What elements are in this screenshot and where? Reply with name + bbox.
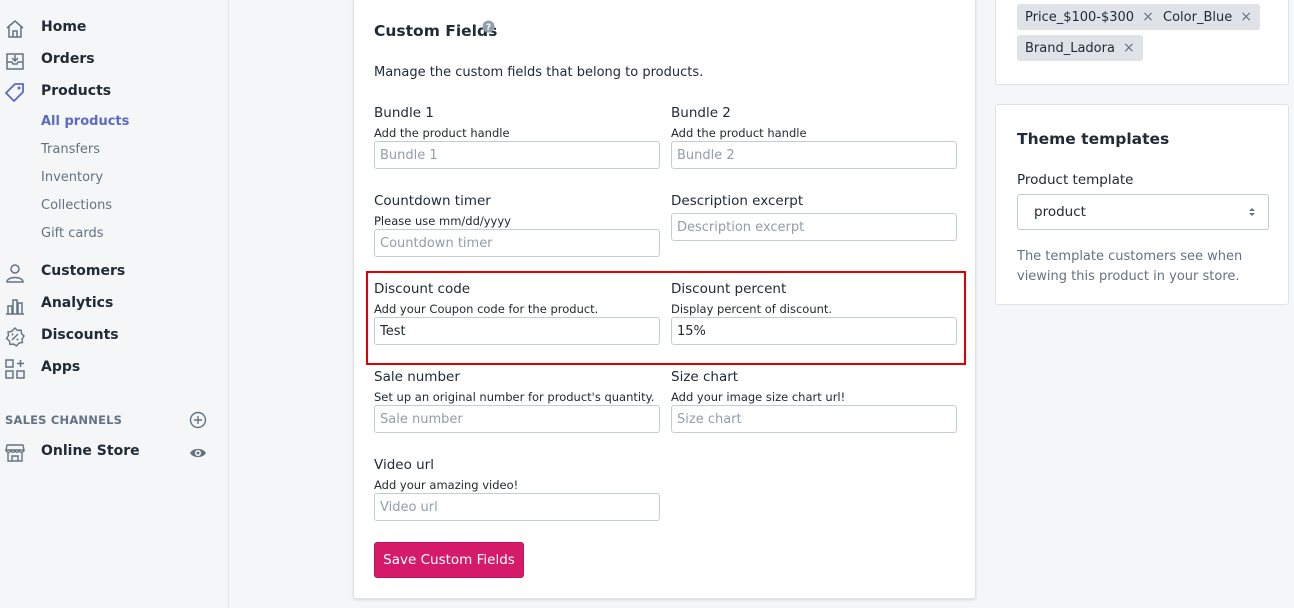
nav-orders[interactable]: Orders bbox=[0, 48, 229, 72]
size-chart-input[interactable] bbox=[671, 405, 957, 433]
field-label: Bundle 2 bbox=[671, 105, 731, 121]
description-excerpt-input[interactable] bbox=[671, 213, 957, 241]
add-circle-icon[interactable] bbox=[189, 411, 207, 429]
nav-discounts[interactable]: Discounts bbox=[0, 324, 229, 348]
product-template-select[interactable]: product bbox=[1017, 194, 1269, 230]
sidebar: Home Orders Products All products Transf… bbox=[0, 0, 229, 608]
nav-apps[interactable]: Apps bbox=[0, 356, 229, 380]
field-label: Video url bbox=[374, 457, 434, 473]
apps-icon bbox=[5, 359, 25, 379]
tags-card: Price_$100-$300 × Color_Blue × Brand_Lador… bbox=[995, 0, 1289, 85]
nav-analytics[interactable]: Analytics bbox=[0, 292, 229, 316]
nav-apps-label: Apps bbox=[41, 359, 81, 375]
nav-products-label: Products bbox=[41, 83, 112, 99]
tag-label: Color_Blue bbox=[1163, 9, 1233, 25]
eye-icon[interactable] bbox=[189, 444, 207, 462]
tag-label: Price_$100-$300 bbox=[1025, 9, 1135, 25]
sale-number-input[interactable] bbox=[374, 405, 660, 433]
field-label: Bundle 1 bbox=[374, 105, 434, 121]
orders-icon bbox=[6, 53, 24, 70]
bundle-2-input[interactable] bbox=[671, 141, 957, 169]
sub-gift-cards[interactable]: Gift cards bbox=[41, 226, 104, 241]
analytics-icon bbox=[6, 299, 24, 315]
person-icon bbox=[6, 264, 24, 283]
remove-tag-icon[interactable]: × bbox=[1142, 9, 1154, 25]
tag-price: Price_$100-$300 × bbox=[1017, 4, 1162, 30]
field-label: Size chart bbox=[671, 369, 739, 385]
remove-tag-icon[interactable]: × bbox=[1240, 9, 1252, 25]
sub-transfers[interactable]: Transfers bbox=[41, 142, 100, 157]
nav-home[interactable]: Home bbox=[0, 16, 229, 40]
countdown-timer-input[interactable] bbox=[374, 229, 660, 257]
select-value: product bbox=[1034, 204, 1086, 220]
select-arrows-icon bbox=[1249, 208, 1255, 216]
sub-all-products[interactable]: All products bbox=[41, 114, 129, 129]
product-template-label: Product template bbox=[1017, 172, 1134, 188]
tag-label: Brand_Ladora bbox=[1025, 40, 1115, 56]
nav-customers-label: Customers bbox=[41, 263, 126, 279]
sales-channels-header: SALES CHANNELS bbox=[5, 413, 123, 427]
svg-text:?: ? bbox=[486, 23, 491, 33]
sub-inventory[interactable]: Inventory bbox=[41, 170, 103, 185]
store-icon bbox=[5, 444, 25, 462]
field-label: Description excerpt bbox=[671, 193, 804, 209]
nav-home-label: Home bbox=[41, 19, 87, 35]
bundle-1-input[interactable] bbox=[374, 141, 660, 169]
help-icon[interactable]: ? bbox=[482, 20, 495, 33]
nav-online-store-label: Online Store bbox=[41, 443, 140, 459]
nav-analytics-label: Analytics bbox=[41, 295, 114, 311]
tag-icon bbox=[4, 83, 24, 103]
field-label: Sale number bbox=[374, 369, 460, 385]
field-label: Countdown timer bbox=[374, 193, 491, 209]
theme-templates-card: Theme templates Product template product… bbox=[995, 104, 1289, 305]
video-url-input[interactable] bbox=[374, 493, 660, 521]
nav-customers[interactable]: Customers bbox=[0, 260, 229, 284]
highlight-box bbox=[366, 271, 966, 365]
nav-online-store[interactable]: Online Store bbox=[0, 440, 180, 464]
nav-products[interactable]: Products bbox=[0, 80, 229, 104]
card-description: Manage the custom fields that belong to … bbox=[374, 65, 704, 80]
card-title: Custom Fields bbox=[374, 22, 498, 40]
theme-title: Theme templates bbox=[1017, 130, 1170, 148]
remove-tag-icon[interactable]: × bbox=[1123, 40, 1135, 56]
nav-orders-label: Orders bbox=[41, 51, 95, 67]
theme-help-text: The template customers see when viewing … bbox=[1017, 249, 1243, 284]
discount-icon bbox=[5, 327, 25, 347]
sub-collections[interactable]: Collections bbox=[41, 198, 112, 213]
tag-brand: Brand_Ladora × bbox=[1017, 35, 1143, 61]
home-icon bbox=[6, 20, 24, 38]
nav-discounts-label: Discounts bbox=[41, 327, 119, 343]
save-custom-fields-button[interactable]: Save Custom Fields bbox=[374, 542, 524, 578]
tag-color: Color_Blue × bbox=[1155, 4, 1260, 30]
